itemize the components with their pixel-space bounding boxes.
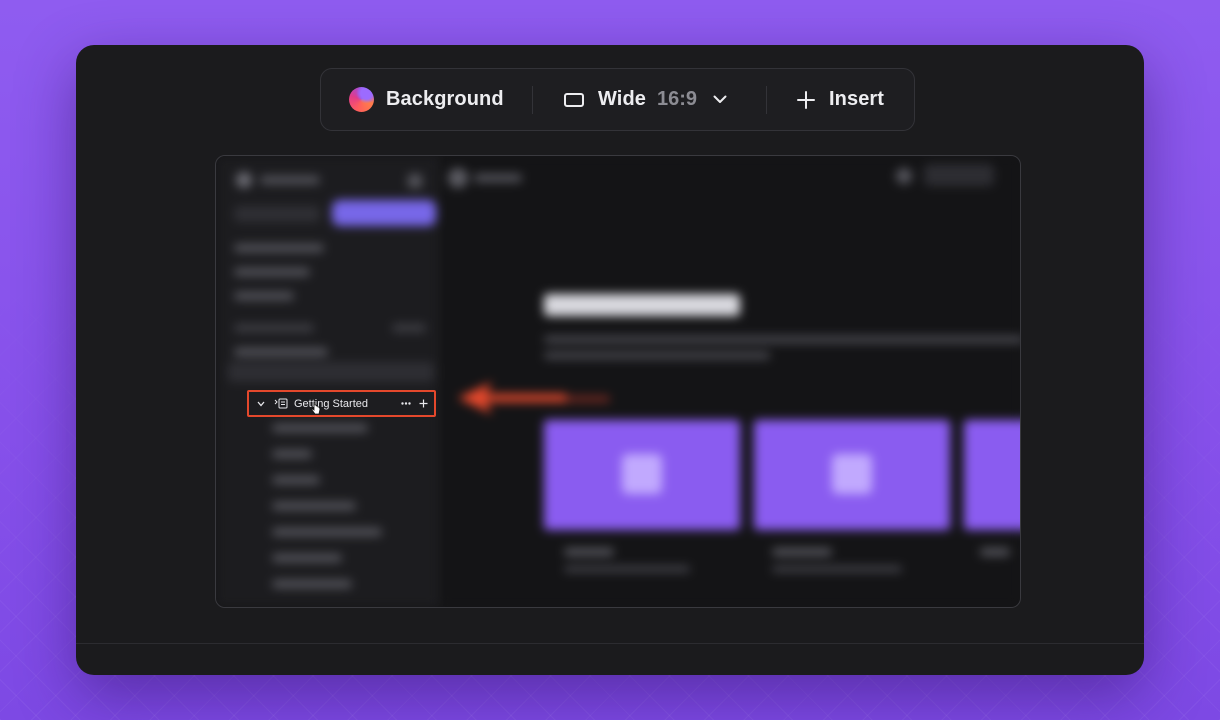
wide-ratio-icon <box>564 92 584 107</box>
screenshot-preview[interactable]: Getting Started <box>215 155 1021 608</box>
background-swatch-icon <box>349 87 374 112</box>
getting-started-label: Getting Started <box>294 397 368 410</box>
chevron-down-icon <box>257 401 265 407</box>
arrow-icon <box>458 382 566 414</box>
background-button[interactable]: Background <box>321 69 532 130</box>
blurred-sidebar <box>216 156 438 607</box>
background-label: Background <box>386 88 504 110</box>
footer-divider <box>76 643 1144 644</box>
blurred-app-content <box>216 156 1020 607</box>
highlighted-sidebar-item[interactable]: Getting Started <box>247 390 436 417</box>
insert-button[interactable]: Insert <box>767 69 914 130</box>
more-icon[interactable] <box>401 402 411 405</box>
canvas-toolbar: Background Wide 16:9 Insert <box>320 68 915 131</box>
chevron-down-icon <box>713 95 727 104</box>
aspect-ratio-dropdown[interactable]: Wide 16:9 <box>533 69 766 130</box>
cursor-icon <box>311 401 321 415</box>
insert-label: Insert <box>829 88 885 110</box>
page-tree-icon <box>274 398 288 409</box>
plus-icon <box>797 90 815 109</box>
plus-icon[interactable] <box>419 399 428 408</box>
aspect-ratio-value: 16:9 <box>657 88 698 110</box>
editor-window: Background Wide 16:9 Insert Getting Star… <box>76 45 1144 675</box>
aspect-ratio-label: Wide <box>598 88 646 110</box>
